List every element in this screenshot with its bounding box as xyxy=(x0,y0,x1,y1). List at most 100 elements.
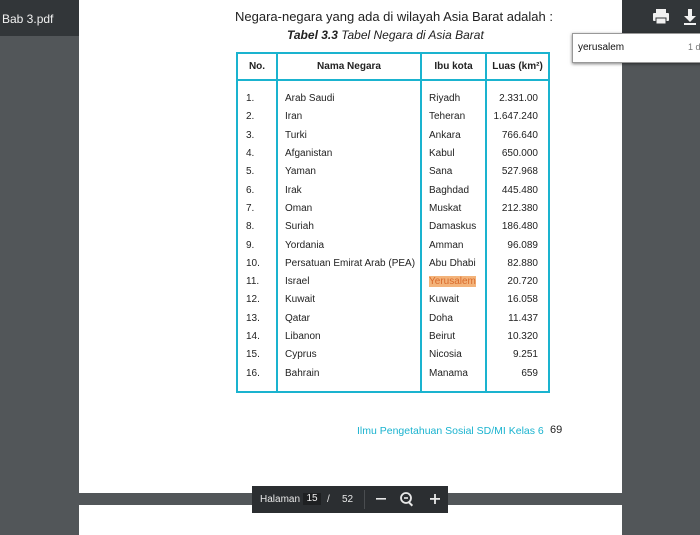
capital-city: Manama xyxy=(420,364,486,383)
country-area: 9.251 xyxy=(485,346,549,365)
row-number: 16. xyxy=(246,367,260,379)
find-result-count: 1 d xyxy=(688,42,700,52)
row-number: 6. xyxy=(246,184,255,196)
zoom-fit-icon[interactable] xyxy=(396,489,418,509)
book-footer: Ilmu Pengetahuan Sosial SD/MI Kelas 6 xyxy=(357,425,544,437)
row-number: 15. xyxy=(246,349,260,361)
caption-label: Tabel 3.3 xyxy=(287,28,338,42)
country-name: Iran xyxy=(276,108,421,127)
capital-city: Doha xyxy=(420,309,486,328)
row-number: 3. xyxy=(246,129,255,141)
page-controls-divider xyxy=(364,490,365,509)
table-row: 8. Suriah Damaskus 186.480 xyxy=(237,218,549,237)
cut-off-line: · · · · xyxy=(269,0,429,3)
capital-city: Riyadh xyxy=(420,90,486,109)
capital-city: Damaskus xyxy=(420,218,486,237)
page-separator: / xyxy=(327,494,330,505)
table-row: 6. Irak Baghdad 445.480 xyxy=(237,181,549,200)
row-number: 9. xyxy=(246,239,255,251)
table-row: 2. Iran Teheran 1.647.240 xyxy=(237,108,549,127)
country-area: 16.058 xyxy=(485,291,549,310)
row-number: 5. xyxy=(246,166,255,178)
table-row: 9. Yordania Amman 96.089 xyxy=(237,236,549,255)
find-bar: 1 d xyxy=(572,33,700,63)
zoom-in-icon[interactable] xyxy=(424,489,446,509)
country-area: 445.480 xyxy=(485,181,549,200)
file-title: Bab 3.pdf xyxy=(2,12,54,26)
capital-city: Ankara xyxy=(420,126,486,145)
table-row: 15. Cyprus Nicosia 9.251 xyxy=(237,346,549,365)
table-row: 11. Israel Yerusalem 20.720 xyxy=(237,272,549,292)
country-area: 96.089 xyxy=(485,236,549,255)
country-name: Bahrain xyxy=(276,364,421,383)
capital-city: Abu Dhabi xyxy=(420,254,486,273)
country-name: Cyprus xyxy=(276,346,421,365)
country-area: 20.720 xyxy=(485,272,549,292)
country-name: Israel xyxy=(276,272,421,292)
row-number: 2. xyxy=(246,111,255,123)
row-number: 10. xyxy=(246,257,260,269)
page-controls: Halaman 15 / 52 xyxy=(252,486,448,513)
row-number: 7. xyxy=(246,202,255,214)
zoom-out-icon[interactable] xyxy=(370,489,392,509)
country-area: 659 xyxy=(485,364,549,383)
table-row: 3. Turki Ankara 766.640 xyxy=(237,126,549,145)
country-name: Kuwait xyxy=(276,291,421,310)
country-area: 10.320 xyxy=(485,327,549,347)
table-row: 13. Qatar Doha 11.437 xyxy=(237,309,549,328)
country-area: 527.968 xyxy=(485,163,549,182)
header-no: No. xyxy=(237,53,277,81)
table-row: 7. Oman Muskat 212.380 xyxy=(237,199,549,219)
table-row: 10. Persatuan Emirat Arab (PEA) Abu Dhabi 8… xyxy=(237,254,549,273)
print-icon[interactable] xyxy=(647,5,675,29)
capital-city: Amman xyxy=(420,236,486,255)
row-number: 8. xyxy=(246,221,255,233)
intro-text: Negara-negara yang ada di wilayah Asia B… xyxy=(235,9,553,24)
capital-city: Beirut xyxy=(420,327,486,347)
country-name: Afganistan xyxy=(276,144,421,164)
row-number: 1. xyxy=(246,93,255,105)
search-highlight: Yerusalem xyxy=(429,276,476,288)
table-body: 1. Arab Saudi Riyadh 2.331.00 2. Iran Teheran 1… xyxy=(237,80,549,392)
table-row: 12. Kuwait Kuwait 16.058 xyxy=(237,291,549,310)
page-label: Halaman xyxy=(260,494,301,505)
country-name: Yaman xyxy=(276,163,421,182)
page-number: 69 xyxy=(550,424,563,436)
country-name: Yordania xyxy=(276,236,421,255)
country-area: 212.380 xyxy=(485,199,549,219)
row-number: 11. xyxy=(246,276,260,288)
capital-city: Sana xyxy=(420,163,486,182)
capital-city: Teheran xyxy=(420,108,486,127)
country-name: Qatar xyxy=(276,309,421,328)
country-name: Turki xyxy=(276,126,421,145)
country-name: Suriah xyxy=(276,218,421,237)
download-icon[interactable] xyxy=(676,5,700,29)
capital-city: Kuwait xyxy=(420,291,486,310)
current-page-input[interactable]: 15 xyxy=(303,493,321,505)
row-number: 14. xyxy=(246,331,260,342)
country-area: 766.640 xyxy=(485,126,549,145)
country-area: 2.331.00 xyxy=(485,90,549,109)
header-name: Nama Negara xyxy=(276,53,421,81)
country-area: 650.000 xyxy=(485,144,549,164)
total-pages: 52 xyxy=(342,494,354,505)
row-number: 13. xyxy=(246,312,260,324)
country-area: 1.647.240 xyxy=(485,108,549,127)
country-area: 11.437 xyxy=(485,309,549,328)
header-capital: Ibu kota xyxy=(420,53,486,81)
countries-table: No. Nama Negara Ibu kota Luas (km²) 1. Ar… xyxy=(236,52,550,393)
header-area: Luas (km²) xyxy=(485,53,549,81)
country-name: Arab Saudi xyxy=(276,90,421,109)
find-input[interactable] xyxy=(578,40,673,54)
capital-city: Yerusalem xyxy=(420,272,486,292)
country-area: 186.480 xyxy=(485,218,549,237)
capital-city: Nicosia xyxy=(420,346,486,365)
table-row: 4. Afganistan Kabul 650.000 xyxy=(237,144,549,164)
table-row: 14. Libanon Beirut 10.320 xyxy=(237,327,549,347)
country-name: Irak xyxy=(276,181,421,200)
caption-title: Tabel Negara di Asia Barat xyxy=(337,28,484,42)
pdf-page: · · · · Negara-negara yang ada di wilaya… xyxy=(79,0,622,493)
row-number: 12. xyxy=(246,294,260,306)
capital-city: Baghdad xyxy=(420,181,486,200)
country-name: Persatuan Emirat Arab (PEA) xyxy=(276,254,421,273)
